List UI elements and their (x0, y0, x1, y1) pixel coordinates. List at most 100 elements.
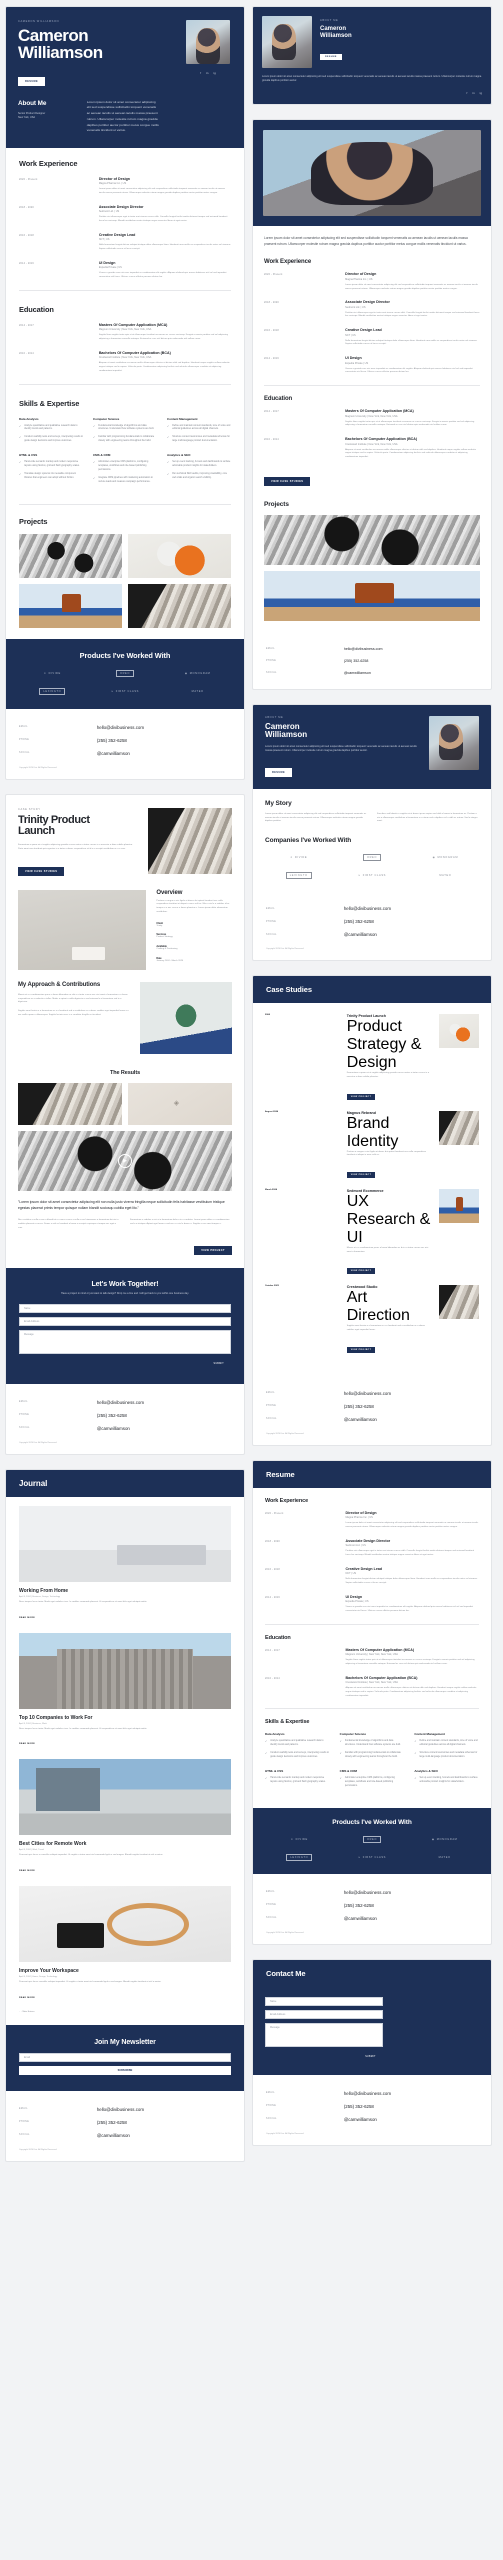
facebook-icon[interactable]: f (466, 91, 467, 95)
contact-value[interactable]: (255) 352-6258 (97, 738, 127, 743)
skills-title: Skills & Expertise (265, 1719, 310, 1726)
case-study-row[interactable]: 2024 Trinity Product Launch Product Stra… (265, 1014, 479, 1101)
case-cta-button[interactable]: VIEW PROJECT (346, 1171, 376, 1178)
mobile-socials[interactable]: f in ig (262, 91, 482, 95)
logo-item: OREO (92, 669, 159, 677)
education-desc: Aliquam sit amet vestibulum accumsan mol… (98, 362, 230, 372)
case-thumbnail[interactable] (439, 1014, 479, 1049)
case-study-row[interactable]: March 2024 Sedmont Ecommerce UX Research… (265, 1188, 479, 1276)
work-together-subtitle: Have a project in mind or just want to t… (61, 1291, 189, 1295)
message-input[interactable]: Message (19, 1329, 231, 1354)
post-image[interactable] (19, 1505, 231, 1582)
about-text: Lorem ipsum dolor sit amet consectetur a… (86, 99, 159, 133)
project-thumbnail[interactable] (264, 570, 480, 621)
education-row: 2014 - 2017 Masters Of Computer Applicati… (265, 1647, 475, 1666)
check-icon: ✓ (19, 461, 22, 465)
story-title: My Story (265, 799, 292, 807)
case-thumbnail[interactable] (439, 1188, 479, 1223)
case-cta-button[interactable]: VIEW PROJECT (346, 1268, 376, 1275)
contact-row: Phone (255) 352-6258 (266, 1403, 374, 1409)
skill-item: Hand-code semantic markup and modern res… (24, 461, 80, 467)
read-more-link[interactable]: READ MORE (19, 1743, 35, 1745)
post-image[interactable] (19, 1759, 231, 1836)
project-thumbnail[interactable] (264, 514, 480, 565)
subscribe-button[interactable]: SUBSCRIBE (19, 2065, 231, 2075)
read-more-link[interactable]: READ MORE (19, 1997, 35, 1999)
contact-email-input[interactable]: Email Address (265, 2009, 383, 2019)
view-case-studies-button[interactable]: VIEW CASE STUDIES (18, 866, 65, 876)
journal-post[interactable]: Working From Home April 8, 2024 | Busine… (6, 1497, 244, 1633)
case-cta-button[interactable]: VIEW PROJECT (346, 1093, 376, 1100)
post-image[interactable] (19, 1632, 231, 1709)
project-thumbnail[interactable] (128, 583, 231, 628)
read-more-link[interactable]: READ MORE (19, 1617, 35, 1619)
contact-value[interactable]: @camwilliamson (97, 751, 130, 756)
case-subtitle: Art Direction (346, 1289, 410, 1325)
post-title[interactable]: Best Cities for Remote Work (19, 1841, 231, 1847)
copyright: Copyright 2024 Divi. All Rights Reserved… (19, 766, 58, 769)
journal-post[interactable]: Best Cities for Remote Work April 8, 202… (6, 1759, 244, 1886)
mobile-resume-button[interactable]: RESUME (320, 54, 342, 61)
view-project-button[interactable]: VIEW PROJECT (194, 1245, 232, 1255)
mobile-name-line2: Williamson (320, 32, 352, 39)
facebook-icon[interactable]: f (200, 71, 201, 75)
post-title[interactable]: Working From Home (19, 1588, 231, 1594)
post-meta: April 8, 2024 | Home, Design, Technology (19, 1976, 58, 1979)
post-title[interactable]: Top 10 Companies to Work For (19, 1715, 231, 1721)
about-resume-button[interactable]: RESUME (265, 767, 293, 777)
read-more-link[interactable]: READ MORE (19, 1870, 35, 1872)
post-title[interactable]: Improve Your Workspace (19, 1968, 231, 1974)
newsletter-email-input[interactable]: Email (19, 2052, 231, 2062)
contact-row: Phone (255) 352-6258 (19, 734, 231, 747)
name-input[interactable]: Name (19, 1303, 231, 1313)
products-section: Products I've Worked With ✦ DIVIDE OREO ◉… (6, 638, 244, 709)
work-row: 2016 - 2018 Creative Design Lead NCT | U… (19, 233, 231, 252)
social-links[interactable]: f in ig (200, 71, 216, 75)
case-studies-header: Case Studies (253, 976, 491, 1004)
contact-row: Social @camwilliamson (266, 2116, 377, 2122)
work-title: Work Experience (265, 1497, 309, 1504)
results-text-2: Fermentum a sodales a nisi at a fermentu… (130, 1219, 230, 1226)
work-list: 2020 - Present Director of Design Magna … (19, 177, 231, 280)
education-desc: Sagittis litora sagittis tortor quis ut … (98, 334, 228, 341)
linkedin-icon[interactable]: in (206, 71, 208, 75)
logo-item: ✦ DIVIDE (290, 1837, 308, 1841)
older-entries-link[interactable]: ← Older Entries (19, 2011, 231, 2015)
logo-item: MATEO (191, 689, 204, 693)
journal-post[interactable]: Top 10 Companies to Work For April 8, 20… (6, 1632, 244, 1760)
project-thumbnail[interactable] (19, 533, 122, 578)
case-study-row[interactable]: August 2024 Magnus Rebrand Brand Identit… (265, 1110, 479, 1180)
journal-post[interactable]: Improve Your Workspace April 8, 2024 | H… (6, 1886, 244, 2024)
overview-image (18, 889, 147, 970)
linkedin-icon[interactable]: in (472, 91, 474, 95)
result-video[interactable]: ▶ (18, 1130, 232, 1191)
instagram-icon[interactable]: ig (480, 91, 482, 95)
contact-message-input[interactable]: Message (265, 2022, 383, 2047)
check-icon: ✓ (414, 1740, 417, 1744)
mobile-case-studies-button[interactable]: VIEW CASE STUDIES (264, 476, 311, 486)
case-study-row[interactable]: October 2023 Crestwood Studio Art Direct… (265, 1285, 479, 1354)
contact-footer: Email hello@divibusiness.com Phone (255) 3… (6, 1384, 244, 1454)
skill-item: Analyze quantitative and qualitative res… (24, 424, 78, 431)
project-thumbnail[interactable] (19, 583, 122, 628)
contact-name-input[interactable]: Name (265, 1996, 383, 2006)
case-cta-button[interactable]: VIEW PROJECT (346, 1346, 376, 1353)
case-thumbnail[interactable] (439, 1110, 479, 1145)
overview-text: Pretium a congue a nisi ligula at donec … (156, 899, 230, 913)
check-icon: ✓ (93, 436, 96, 440)
contact-submit-button[interactable]: SUBMIT (358, 2053, 383, 2061)
logo-grid: ✦ DIVIDE OREO ◉ MONOGRAM LEXINGTO ❧ FIRST C… (19, 669, 231, 695)
submit-button[interactable]: SUBMIT (206, 1360, 231, 1368)
case-thumbnail[interactable] (439, 1285, 479, 1320)
instagram-icon[interactable]: ig (213, 71, 215, 75)
post-image[interactable] (19, 1886, 231, 1963)
products-title: Products I've Worked With (332, 1818, 412, 1826)
journal-title: Journal (19, 1478, 48, 1488)
contact-value[interactable]: hello@divibusiness.com (97, 725, 144, 730)
case-date: August 2024 (265, 1110, 279, 1113)
play-icon[interactable]: ▶ (118, 1153, 132, 1168)
email-input[interactable]: Email Address (19, 1316, 231, 1326)
hero-resume-button[interactable]: RESUME (18, 76, 46, 86)
project-thumbnail[interactable] (128, 533, 231, 578)
hero-avatar (186, 20, 230, 64)
